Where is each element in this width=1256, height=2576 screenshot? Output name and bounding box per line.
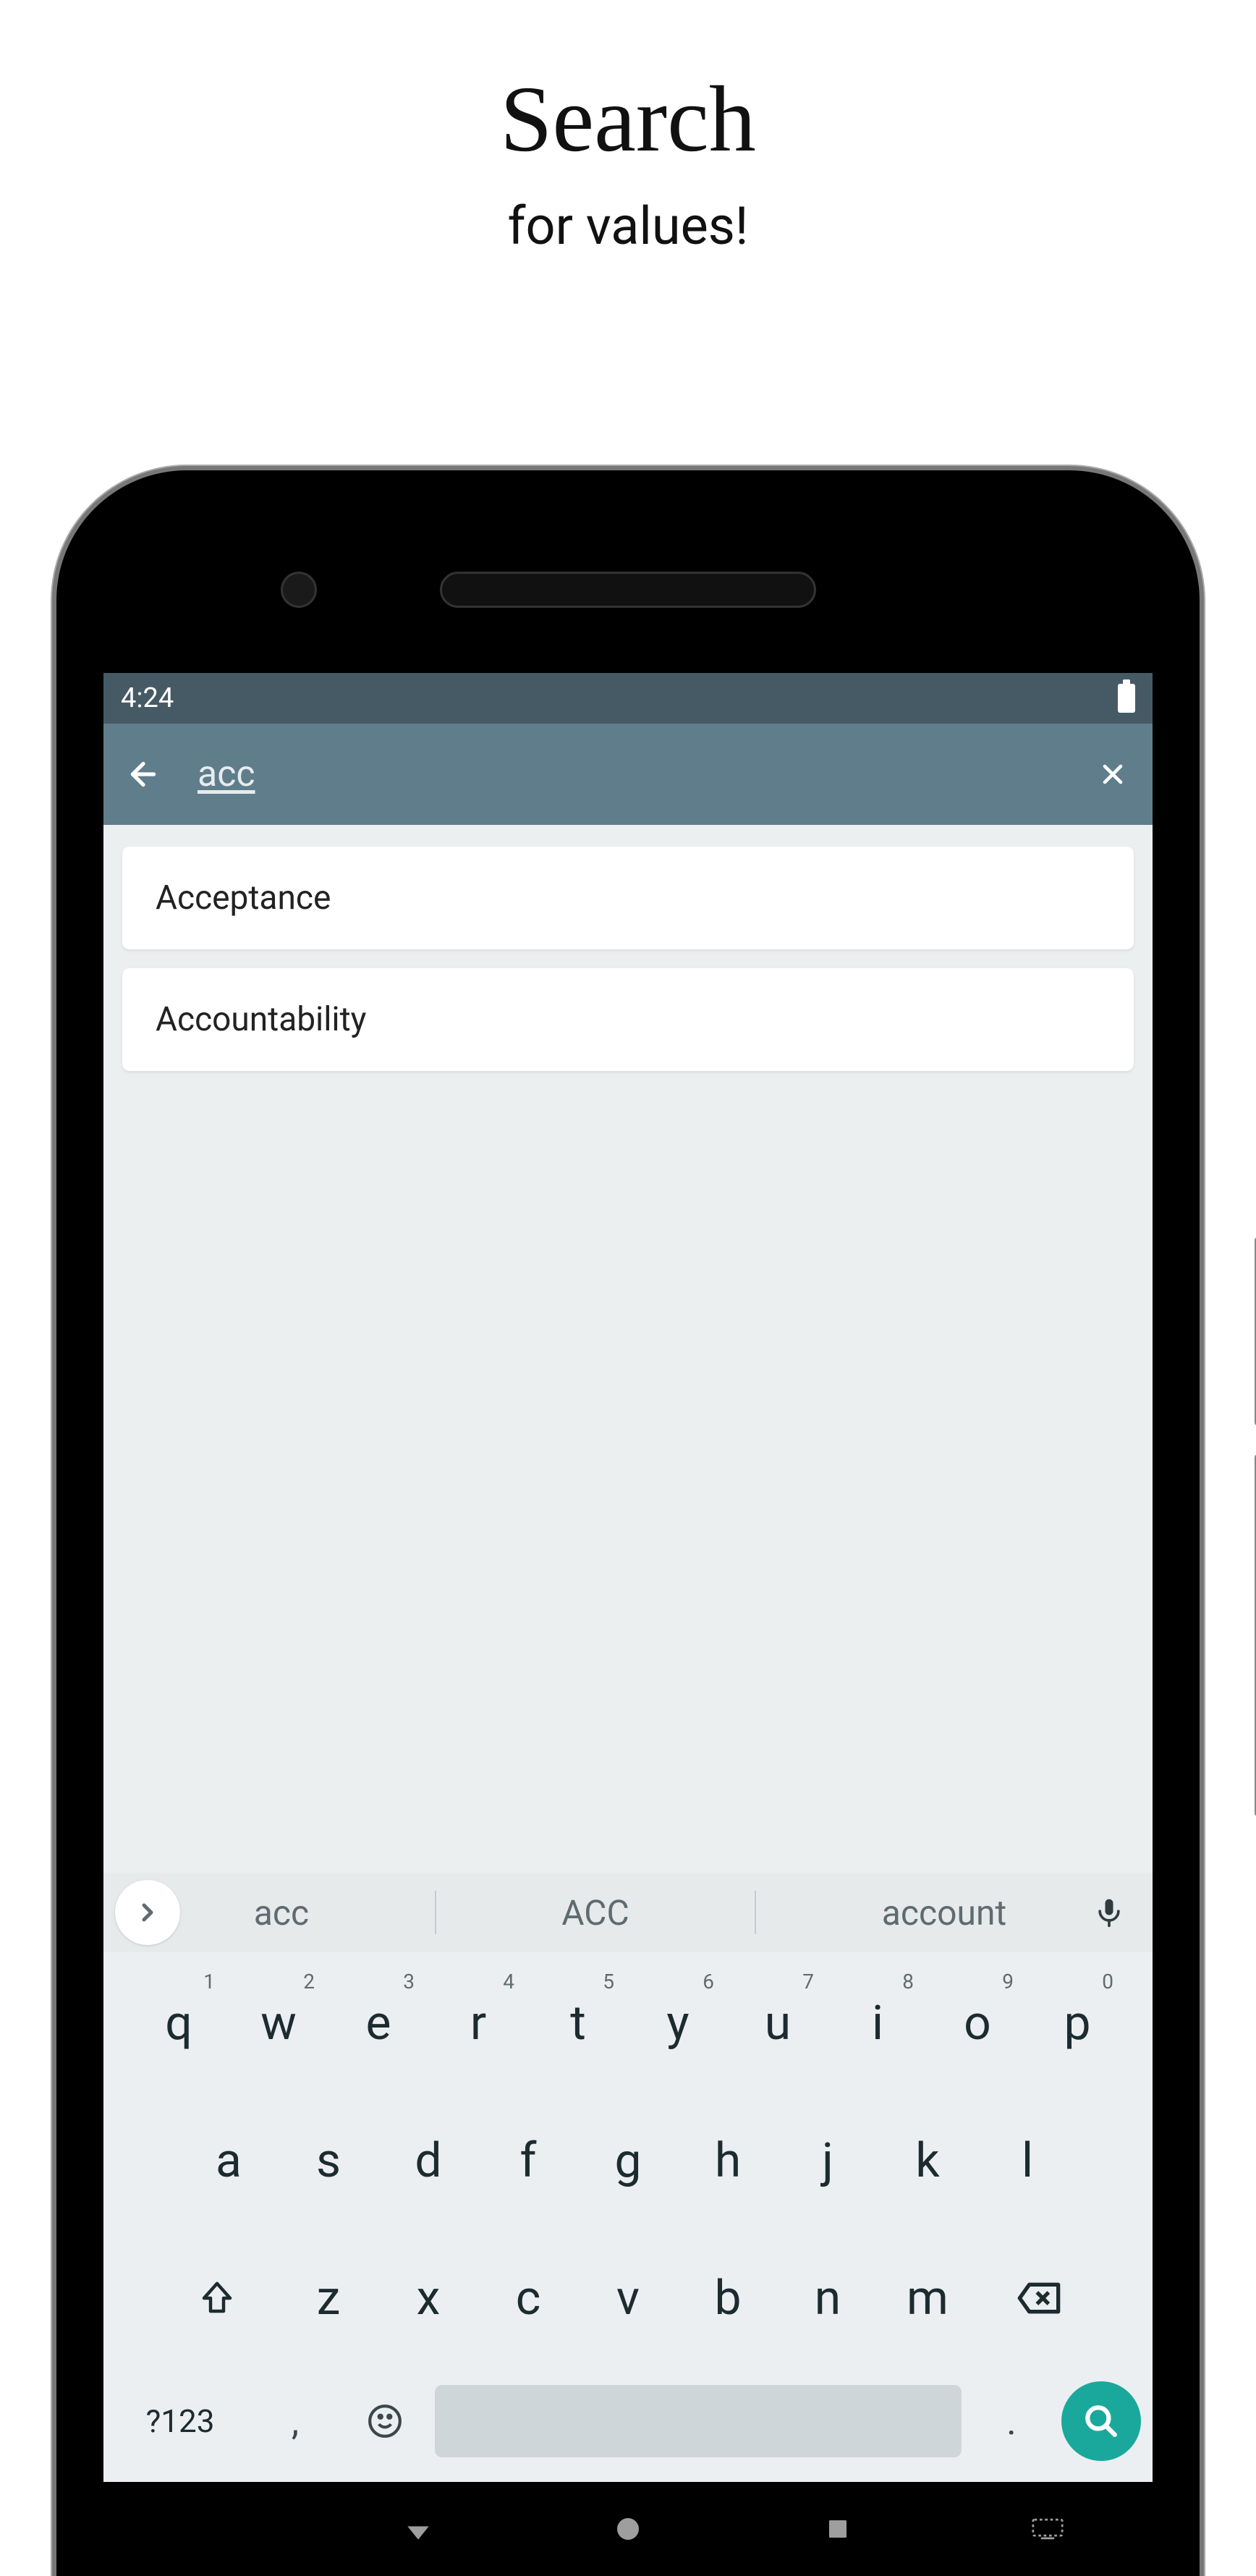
key-f[interactable]: f bbox=[482, 2103, 574, 2219]
keyboard: 1q2w3e4r5t6y7u8i9o0p asdfghjkl zxcvbnm ?… bbox=[103, 1952, 1153, 2482]
key-u[interactable]: 7u bbox=[731, 1965, 824, 2081]
result-item[interactable]: Acceptance bbox=[122, 847, 1134, 949]
nav-recent-button[interactable] bbox=[809, 2500, 867, 2558]
speaker-grill bbox=[440, 572, 816, 608]
key-p[interactable]: 0p bbox=[1031, 1965, 1124, 2081]
key-superscript: 2 bbox=[303, 1970, 315, 1994]
camera-icon bbox=[281, 572, 317, 608]
space-key[interactable] bbox=[435, 2385, 962, 2457]
key-superscript: 1 bbox=[203, 1970, 215, 1994]
emoji-key[interactable] bbox=[345, 2378, 425, 2465]
suggestion-item[interactable]: account bbox=[860, 1892, 1028, 1933]
period-key[interactable]: . bbox=[972, 2378, 1051, 2465]
mic-button[interactable] bbox=[1080, 1897, 1138, 1928]
battery-icon bbox=[1118, 684, 1135, 713]
key-q[interactable]: 1q bbox=[132, 1965, 225, 2081]
key-k[interactable]: k bbox=[881, 2103, 974, 2219]
key-m[interactable]: m bbox=[881, 2240, 974, 2356]
key-superscript: 0 bbox=[1102, 1970, 1113, 1994]
keyboard-mode-button[interactable]: ?123 bbox=[115, 2378, 245, 2465]
key-superscript: 4 bbox=[503, 1970, 514, 1994]
key-superscript: 7 bbox=[802, 1970, 814, 1994]
key-c[interactable]: c bbox=[482, 2240, 574, 2356]
key-o[interactable]: 9o bbox=[931, 1965, 1024, 2081]
back-button[interactable] bbox=[118, 749, 169, 800]
nav-home-button[interactable] bbox=[599, 2500, 657, 2558]
promo-subtitle: for values! bbox=[0, 195, 1256, 257]
key-superscript: 5 bbox=[603, 1970, 614, 1994]
key-v[interactable]: v bbox=[582, 2240, 674, 2356]
key-n[interactable]: n bbox=[781, 2240, 874, 2356]
key-e[interactable]: 3e bbox=[332, 1965, 425, 2081]
clear-search-button[interactable] bbox=[1087, 749, 1138, 800]
status-bar: 4:24 bbox=[103, 673, 1153, 724]
suggestion-separator bbox=[435, 1891, 436, 1934]
search-app-bar: acc bbox=[103, 724, 1153, 825]
comma-key[interactable]: , bbox=[255, 2378, 335, 2465]
phone-frame: 4:24 acc Acceptance Accountability acc ACC… bbox=[56, 470, 1200, 2576]
suggestion-item[interactable]: acc bbox=[232, 1892, 331, 1933]
key-j[interactable]: j bbox=[781, 2103, 874, 2219]
key-b[interactable]: b bbox=[682, 2240, 774, 2356]
key-superscript: 9 bbox=[1002, 1970, 1014, 1994]
screen: 4:24 acc Acceptance Accountability acc ACC… bbox=[103, 673, 1153, 2576]
key-s[interactable]: s bbox=[282, 2103, 375, 2219]
nav-keyboard-switch-button[interactable] bbox=[1019, 2500, 1077, 2558]
expand-suggestions-button[interactable] bbox=[115, 1880, 180, 1945]
result-item[interactable]: Accountability bbox=[122, 968, 1134, 1071]
clock-label: 4:24 bbox=[121, 682, 174, 714]
suggestion-item[interactable]: ACC bbox=[540, 1892, 651, 1933]
suggestion-separator bbox=[755, 1891, 756, 1934]
key-t[interactable]: 5t bbox=[532, 1965, 624, 2081]
key-i[interactable]: 8i bbox=[831, 1965, 924, 2081]
key-r[interactable]: 4r bbox=[432, 1965, 525, 2081]
key-h[interactable]: h bbox=[682, 2103, 774, 2219]
key-d[interactable]: d bbox=[382, 2103, 475, 2219]
promo-title: Search bbox=[0, 65, 1256, 174]
key-a[interactable]: a bbox=[182, 2103, 275, 2219]
key-l[interactable]: l bbox=[981, 2103, 1074, 2219]
nav-back-button[interactable] bbox=[389, 2500, 447, 2558]
backspace-key[interactable] bbox=[981, 2240, 1097, 2356]
key-z[interactable]: z bbox=[282, 2240, 375, 2356]
key-superscript: 8 bbox=[902, 1970, 914, 1994]
key-g[interactable]: g bbox=[582, 2103, 674, 2219]
results-list: Acceptance Accountability bbox=[103, 825, 1153, 1873]
search-query-text: acc bbox=[198, 753, 255, 795]
key-superscript: 6 bbox=[703, 1970, 714, 1994]
shift-key[interactable] bbox=[159, 2240, 275, 2356]
search-input[interactable]: acc bbox=[198, 753, 1058, 795]
search-key[interactable] bbox=[1061, 2381, 1141, 2461]
key-y[interactable]: 6y bbox=[632, 1965, 724, 2081]
android-nav-bar bbox=[103, 2482, 1153, 2576]
keyboard-suggestion-row: acc ACC account bbox=[103, 1873, 1153, 1952]
key-x[interactable]: x bbox=[382, 2240, 475, 2356]
key-superscript: 3 bbox=[403, 1970, 415, 1994]
key-w[interactable]: 2w bbox=[232, 1965, 325, 2081]
